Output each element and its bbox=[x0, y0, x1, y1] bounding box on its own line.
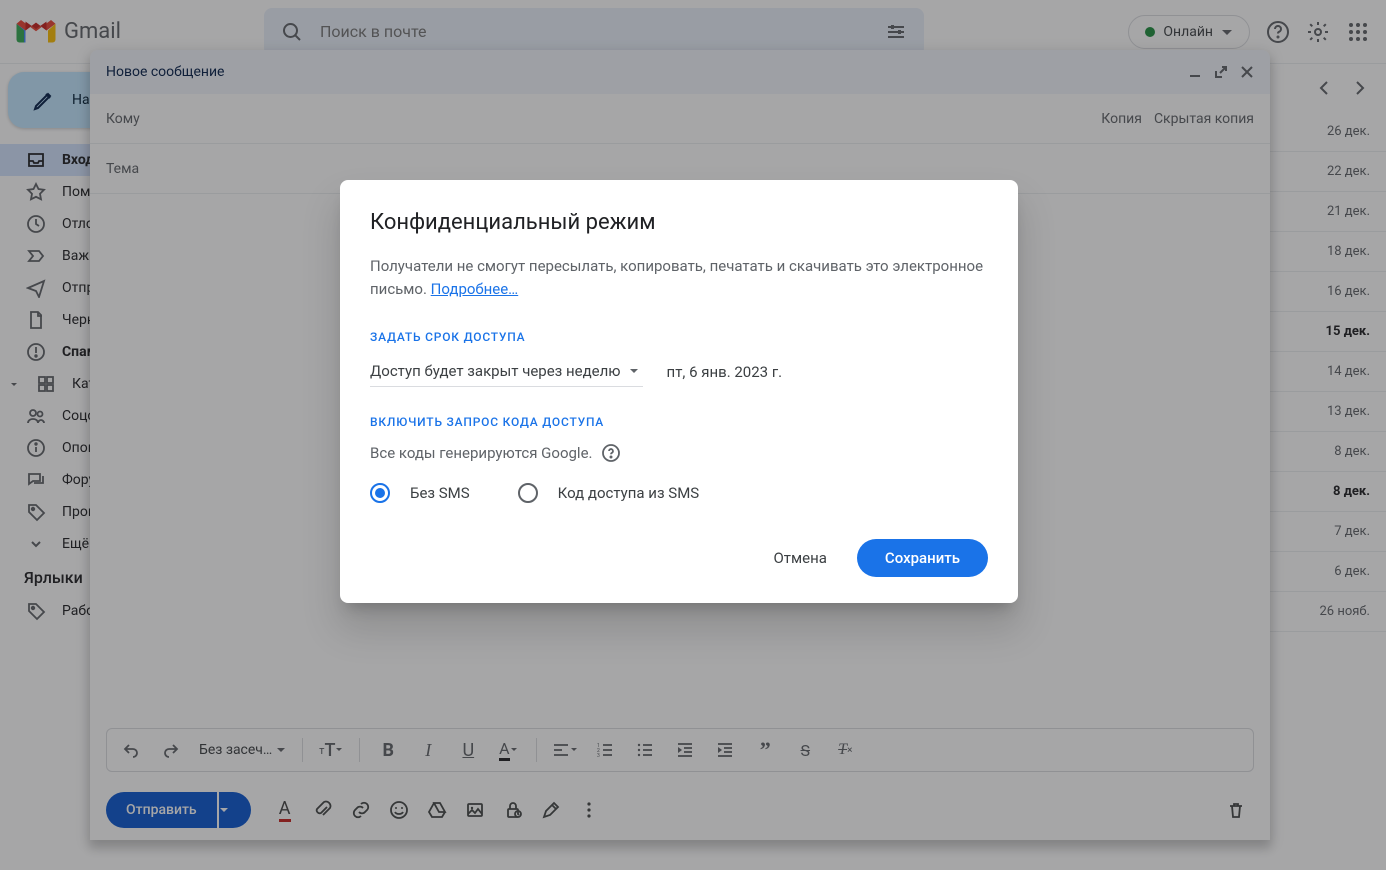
expiry-date: пт, 6 янв. 2023 г. bbox=[667, 363, 783, 381]
radio-icon bbox=[518, 483, 538, 503]
expiry-row: Доступ будет закрыт через неделю пт, 6 я… bbox=[370, 358, 988, 387]
expiry-select[interactable]: Доступ будет закрыт через неделю bbox=[370, 358, 643, 387]
passcode-radio-group: Без SMS Код доступа из SMS bbox=[370, 483, 988, 503]
chevron-down-icon bbox=[629, 366, 639, 376]
passcode-note-row: Все коды генерируются Google. bbox=[370, 443, 988, 463]
confidential-modal: Конфиденциальный режим Получатели не смо… bbox=[340, 180, 1018, 603]
expiry-select-value: Доступ будет закрыт через неделю bbox=[370, 362, 621, 380]
passcode-header: ВКЛЮЧИТЬ ЗАПРОС КОДА ДОСТУПА bbox=[370, 415, 988, 429]
help-circle-icon[interactable] bbox=[601, 443, 621, 463]
passcode-note: Все коды генерируются Google. bbox=[370, 444, 593, 462]
learn-more-link[interactable]: Подробнее… bbox=[431, 280, 519, 298]
radio-no-sms[interactable]: Без SMS bbox=[370, 483, 470, 503]
modal-desc: Получатели не смогут пересылать, копиров… bbox=[370, 255, 988, 302]
expiry-header: ЗАДАТЬ СРОК ДОСТУПА bbox=[370, 330, 988, 344]
radio-sms[interactable]: Код доступа из SMS bbox=[518, 483, 700, 503]
modal-title: Конфиденциальный режим bbox=[370, 210, 988, 235]
save-button[interactable]: Сохранить bbox=[857, 539, 988, 577]
radio-icon bbox=[370, 483, 390, 503]
modal-actions: Отмена Сохранить bbox=[370, 539, 988, 577]
cancel-button[interactable]: Отмена bbox=[755, 539, 844, 577]
